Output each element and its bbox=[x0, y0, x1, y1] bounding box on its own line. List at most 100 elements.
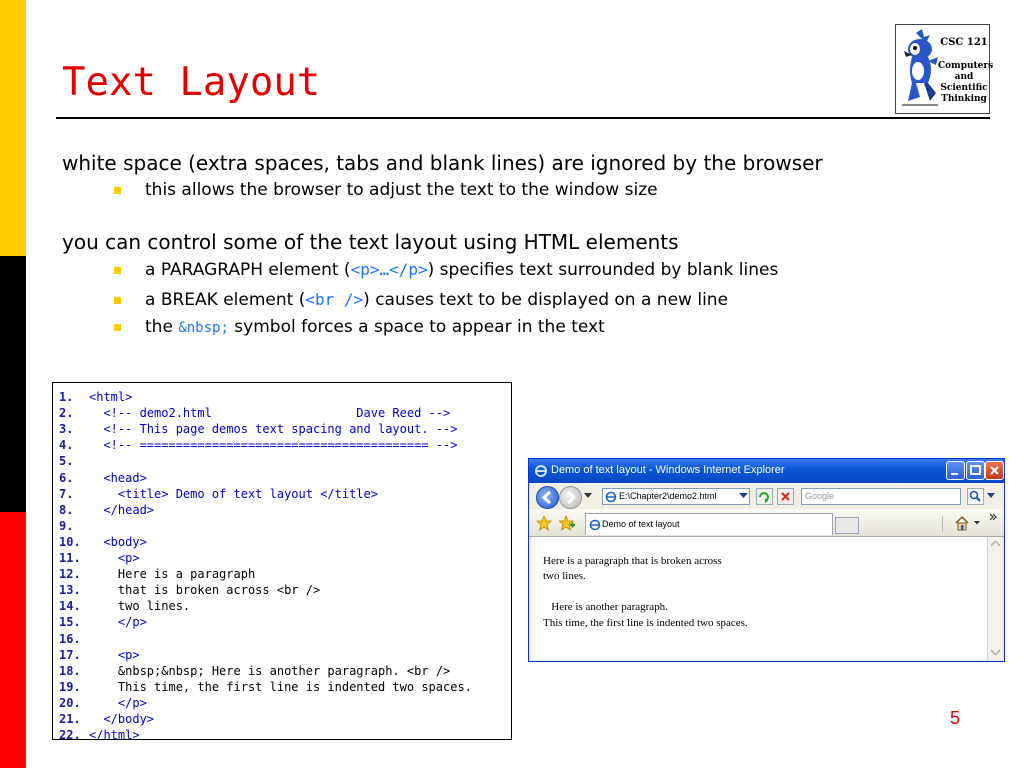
window-titlebar: Demo of text layout - Windows Internet E… bbox=[529, 459, 1004, 483]
sub-bullet-nbsp-post: symbol forces a space to appear in the t… bbox=[228, 317, 605, 337]
minimize-icon bbox=[951, 473, 958, 475]
line-number: 19. bbox=[59, 679, 81, 694]
address-toolbar: E:\Chapter2\demo2.html Google bbox=[529, 483, 1004, 509]
bullet-square-icon bbox=[114, 324, 121, 331]
stripe-yellow bbox=[0, 0, 26, 256]
minimize-button[interactable] bbox=[946, 461, 965, 480]
tab-label: Demo of text layout bbox=[602, 519, 680, 529]
logo-line-3: Scientific bbox=[940, 83, 988, 93]
code-text: <html> bbox=[89, 390, 133, 404]
bullet-control: you can control some of the text layout … bbox=[62, 230, 679, 254]
code-text: that is broken across <br /> bbox=[89, 583, 321, 598]
close-button[interactable] bbox=[985, 461, 1004, 480]
line-number: 15. bbox=[59, 615, 81, 630]
home-icon[interactable] bbox=[954, 515, 970, 531]
search-input[interactable]: Google bbox=[801, 488, 961, 505]
content-line-4: Here is another paragraph. bbox=[543, 601, 668, 613]
line-number: 20. bbox=[59, 695, 81, 710]
content-line-5: This time, the first line is indented tw… bbox=[543, 617, 748, 629]
page-icon bbox=[605, 491, 617, 503]
line-number: 8. bbox=[59, 502, 74, 517]
code-text: &nbsp;&nbsp; Here is another paragraph. … bbox=[89, 663, 451, 678]
search-icon[interactable] bbox=[967, 488, 984, 505]
line-number: 5. bbox=[59, 454, 74, 469]
code-text: <!-- demo2.html Dave Reed --> bbox=[89, 406, 451, 421]
forward-arrow-icon bbox=[566, 490, 577, 505]
line-number: 9. bbox=[59, 518, 74, 533]
tab-bar: Demo of text layout bbox=[529, 509, 1004, 537]
line-number: 12. bbox=[59, 567, 81, 582]
line-number: 11. bbox=[59, 551, 81, 565]
code-text: <body> bbox=[89, 534, 147, 549]
bluejay-mascot-icon bbox=[902, 29, 938, 106]
logo-line-course: CSC 121 bbox=[940, 37, 988, 48]
code-text: <!-- This page demos text spacing and la… bbox=[89, 422, 458, 437]
back-button[interactable] bbox=[536, 486, 559, 509]
stripe-black bbox=[0, 256, 26, 512]
add-favorites-icon[interactable] bbox=[559, 515, 575, 531]
close-icon bbox=[990, 466, 999, 475]
maximize-icon bbox=[970, 465, 981, 475]
search-dropdown-icon[interactable] bbox=[987, 493, 995, 499]
code-text: </html> bbox=[89, 728, 140, 743]
line-number: 6. bbox=[59, 470, 74, 485]
bullet-square-icon bbox=[114, 187, 121, 194]
line-number: 16. bbox=[59, 631, 81, 646]
scroll-down-icon[interactable] bbox=[991, 649, 1000, 655]
code-text: <p> bbox=[89, 551, 140, 565]
refresh-icon[interactable] bbox=[756, 488, 773, 505]
back-arrow-icon bbox=[541, 490, 552, 505]
line-number: 4. bbox=[59, 438, 74, 453]
vertical-scrollbar[interactable] bbox=[987, 537, 1003, 660]
slide-title: Text Layout bbox=[62, 60, 321, 105]
tab-demo[interactable]: Demo of text layout bbox=[585, 513, 833, 535]
address-dropdown-icon[interactable] bbox=[739, 493, 748, 499]
favorites-star-icon[interactable] bbox=[536, 515, 552, 531]
code-br-element: <br /> bbox=[305, 290, 364, 309]
toolbar-overflow-icon[interactable] bbox=[989, 513, 997, 521]
sub-bullet-paragraph: a PARAGRAPH element (<p>…</p>) specifies… bbox=[145, 260, 778, 280]
address-bar[interactable]: E:\Chapter2\demo2.html bbox=[602, 488, 750, 505]
title-rule bbox=[56, 117, 990, 119]
sub-bullet-break-post: ) causes text to be displayed on a new l… bbox=[363, 290, 729, 310]
forward-button[interactable] bbox=[559, 486, 582, 509]
course-logo: CSC 121 Computers and Scientific Thinkin… bbox=[895, 24, 993, 114]
code-text: two lines. bbox=[89, 599, 191, 614]
code-text: </p> bbox=[89, 695, 147, 710]
line-number: 18. bbox=[59, 663, 81, 678]
stripe-red bbox=[0, 512, 26, 768]
bullet-whitespace: white space (extra spaces, tabs and blan… bbox=[62, 151, 823, 175]
code-text: <title> Demo of text layout </title> bbox=[89, 486, 378, 501]
line-number: 7. bbox=[59, 486, 74, 501]
address-value: E:\Chapter2\demo2.html bbox=[619, 491, 717, 501]
new-tab-button[interactable] bbox=[835, 517, 859, 534]
tab-page-icon bbox=[589, 519, 601, 531]
content-line-1: Here is a paragraph that is broken acros… bbox=[543, 555, 722, 567]
toolbar-separator bbox=[942, 516, 943, 532]
sub-bullet-paragraph-pre: a PARAGRAPH element ( bbox=[145, 260, 351, 280]
stop-icon[interactable] bbox=[777, 488, 794, 505]
line-number: 2. bbox=[59, 406, 74, 421]
content-line-2: two lines. bbox=[543, 570, 586, 582]
sub-bullet-break-pre: a BREAK element ( bbox=[145, 290, 306, 310]
line-number: 14. bbox=[59, 599, 81, 614]
code-listing: 1. <html> 2. <!-- demo2.html Dave Reed -->… bbox=[52, 382, 512, 743]
home-dropdown-icon[interactable] bbox=[974, 521, 980, 525]
sub-bullet-nbsp: the &nbsp; symbol forces a space to appe… bbox=[145, 317, 605, 337]
code-text: Here is a paragraph bbox=[89, 567, 256, 582]
line-number: 22. bbox=[59, 728, 81, 743]
sub-bullet-nbsp-pre: the bbox=[145, 317, 179, 337]
ie-logo-icon bbox=[535, 465, 547, 477]
sub-bullet-adjust: this allows the browser to adjust the te… bbox=[145, 180, 658, 200]
scroll-up-icon[interactable] bbox=[991, 541, 1000, 547]
window-title: Demo of text layout - Windows Internet E… bbox=[551, 464, 785, 476]
code-text: <!-- ===================================… bbox=[89, 438, 458, 453]
sub-bullet-paragraph-post: ) specifies text surrounded by blank lin… bbox=[427, 260, 779, 280]
bullet-square-icon bbox=[114, 297, 121, 304]
history-dropdown-icon[interactable] bbox=[584, 493, 592, 499]
page-number: 5 bbox=[950, 708, 961, 728]
search-placeholder: Google bbox=[805, 491, 835, 501]
sub-bullet-break: a BREAK element (<br />) causes text to … bbox=[145, 290, 728, 310]
browser-window: Demo of text layout - Windows Internet E… bbox=[528, 458, 1005, 662]
maximize-button[interactable] bbox=[966, 461, 985, 480]
